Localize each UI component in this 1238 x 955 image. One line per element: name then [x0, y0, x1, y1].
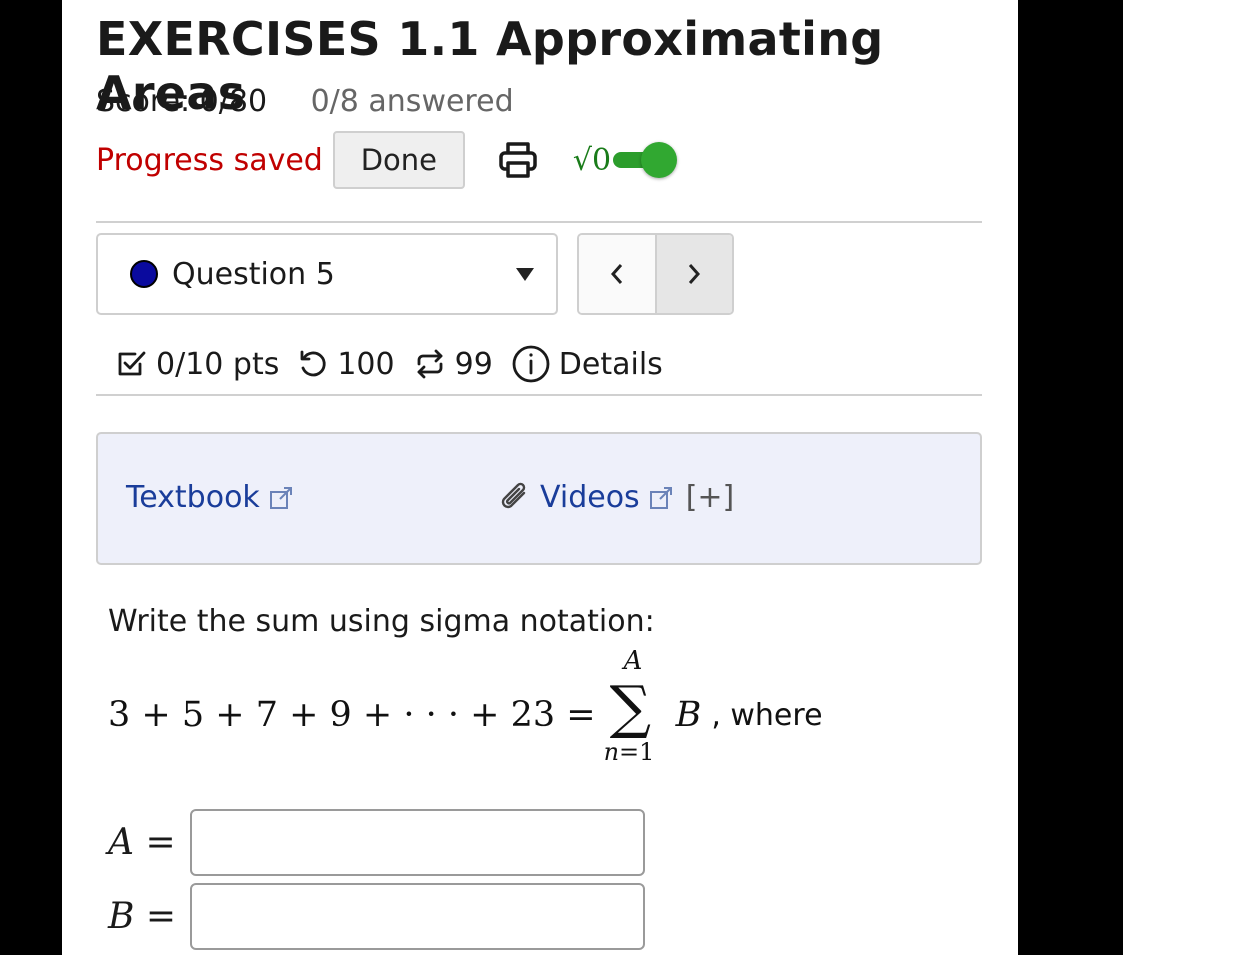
- divider: [96, 221, 982, 223]
- print-icon[interactable]: [497, 137, 539, 183]
- sum-expression: 3 + 5 + 7 + 9 + · · · + 23 =: [108, 695, 596, 735]
- undo-icon: [297, 348, 329, 380]
- score-row: Score: 0/80 0/8 answered: [96, 84, 514, 119]
- question-prompt: Write the sum using sigma notation:: [108, 604, 655, 639]
- chevron-left-icon: [610, 264, 622, 284]
- answer-row-a: A =: [108, 809, 645, 876]
- info-icon[interactable]: [511, 344, 551, 384]
- checkbox-icon: [116, 348, 148, 380]
- answer-a-input[interactable]: [190, 809, 645, 876]
- answer-b-input[interactable]: [190, 883, 645, 950]
- divider: [96, 394, 982, 396]
- sigma-equation: 3 + 5 + 7 + 9 + · · · + 23 = A ∑ n=1 B ,…: [108, 646, 823, 766]
- math-display-toggle[interactable]: √0: [572, 140, 678, 180]
- question-meta: 0/10 pts 100 99 Details: [116, 338, 663, 390]
- external-link-icon: [648, 485, 674, 511]
- textbook-link[interactable]: Textbook: [126, 480, 294, 515]
- answer-row-b: B =: [108, 883, 645, 950]
- sigma-lower-limit: n=1: [604, 738, 655, 766]
- toolbar: Progress saved Done √0: [96, 130, 678, 190]
- summand: B: [675, 695, 702, 735]
- help-resources-panel: Textbook Videos [+]: [96, 432, 982, 565]
- sigma-notation: A ∑ n=1: [604, 646, 668, 766]
- expand-videos-toggle[interactable]: [+]: [686, 480, 735, 515]
- index-variable: n: [603, 738, 620, 766]
- variable-name: A: [108, 822, 134, 863]
- where-text: , where: [711, 697, 823, 733]
- chevron-right-icon: [689, 264, 701, 284]
- next-question-button[interactable]: [656, 235, 732, 313]
- sigma-symbol: ∑: [609, 673, 651, 741]
- sqrt-icon: √0: [572, 142, 612, 178]
- caret-down-icon: [516, 268, 534, 281]
- external-link-icon: [268, 485, 294, 511]
- repeat-icon: [413, 348, 447, 380]
- answer-label: A =: [108, 822, 176, 863]
- assignment-page: EXERCISES 1.1 Approximating Areas Score:…: [62, 0, 1018, 955]
- attempts-count: 100: [337, 346, 395, 382]
- progress-status: Progress saved: [96, 142, 323, 178]
- right-letterbox: [1018, 0, 1123, 955]
- question-status-dot: [130, 260, 158, 288]
- answer-label: B =: [108, 896, 177, 937]
- points-text: 0/10 pts: [156, 346, 280, 382]
- textbook-label: Textbook: [126, 480, 260, 515]
- score-text: Score: 0/80: [96, 84, 268, 119]
- answered-count: 0/8 answered: [310, 84, 514, 119]
- videos-label: Videos: [540, 480, 640, 515]
- sigma-upper-limit: A: [623, 646, 643, 676]
- index-start: =1: [619, 738, 655, 766]
- question-select-label: Question 5: [172, 256, 335, 292]
- paperclip-icon: [498, 481, 532, 515]
- videos-link[interactable]: Videos [+]: [498, 480, 734, 515]
- done-button[interactable]: Done: [332, 131, 465, 189]
- toggle-switch[interactable]: [613, 140, 678, 180]
- details-link[interactable]: Details: [559, 347, 663, 382]
- previous-question-button[interactable]: [579, 235, 657, 313]
- question-nav: [577, 233, 734, 315]
- variable-name: B: [108, 896, 135, 937]
- question-select[interactable]: Question 5: [96, 233, 558, 315]
- toggle-knob: [641, 142, 678, 178]
- left-letterbox: [0, 0, 62, 955]
- regenerations-count: 99: [454, 346, 493, 382]
